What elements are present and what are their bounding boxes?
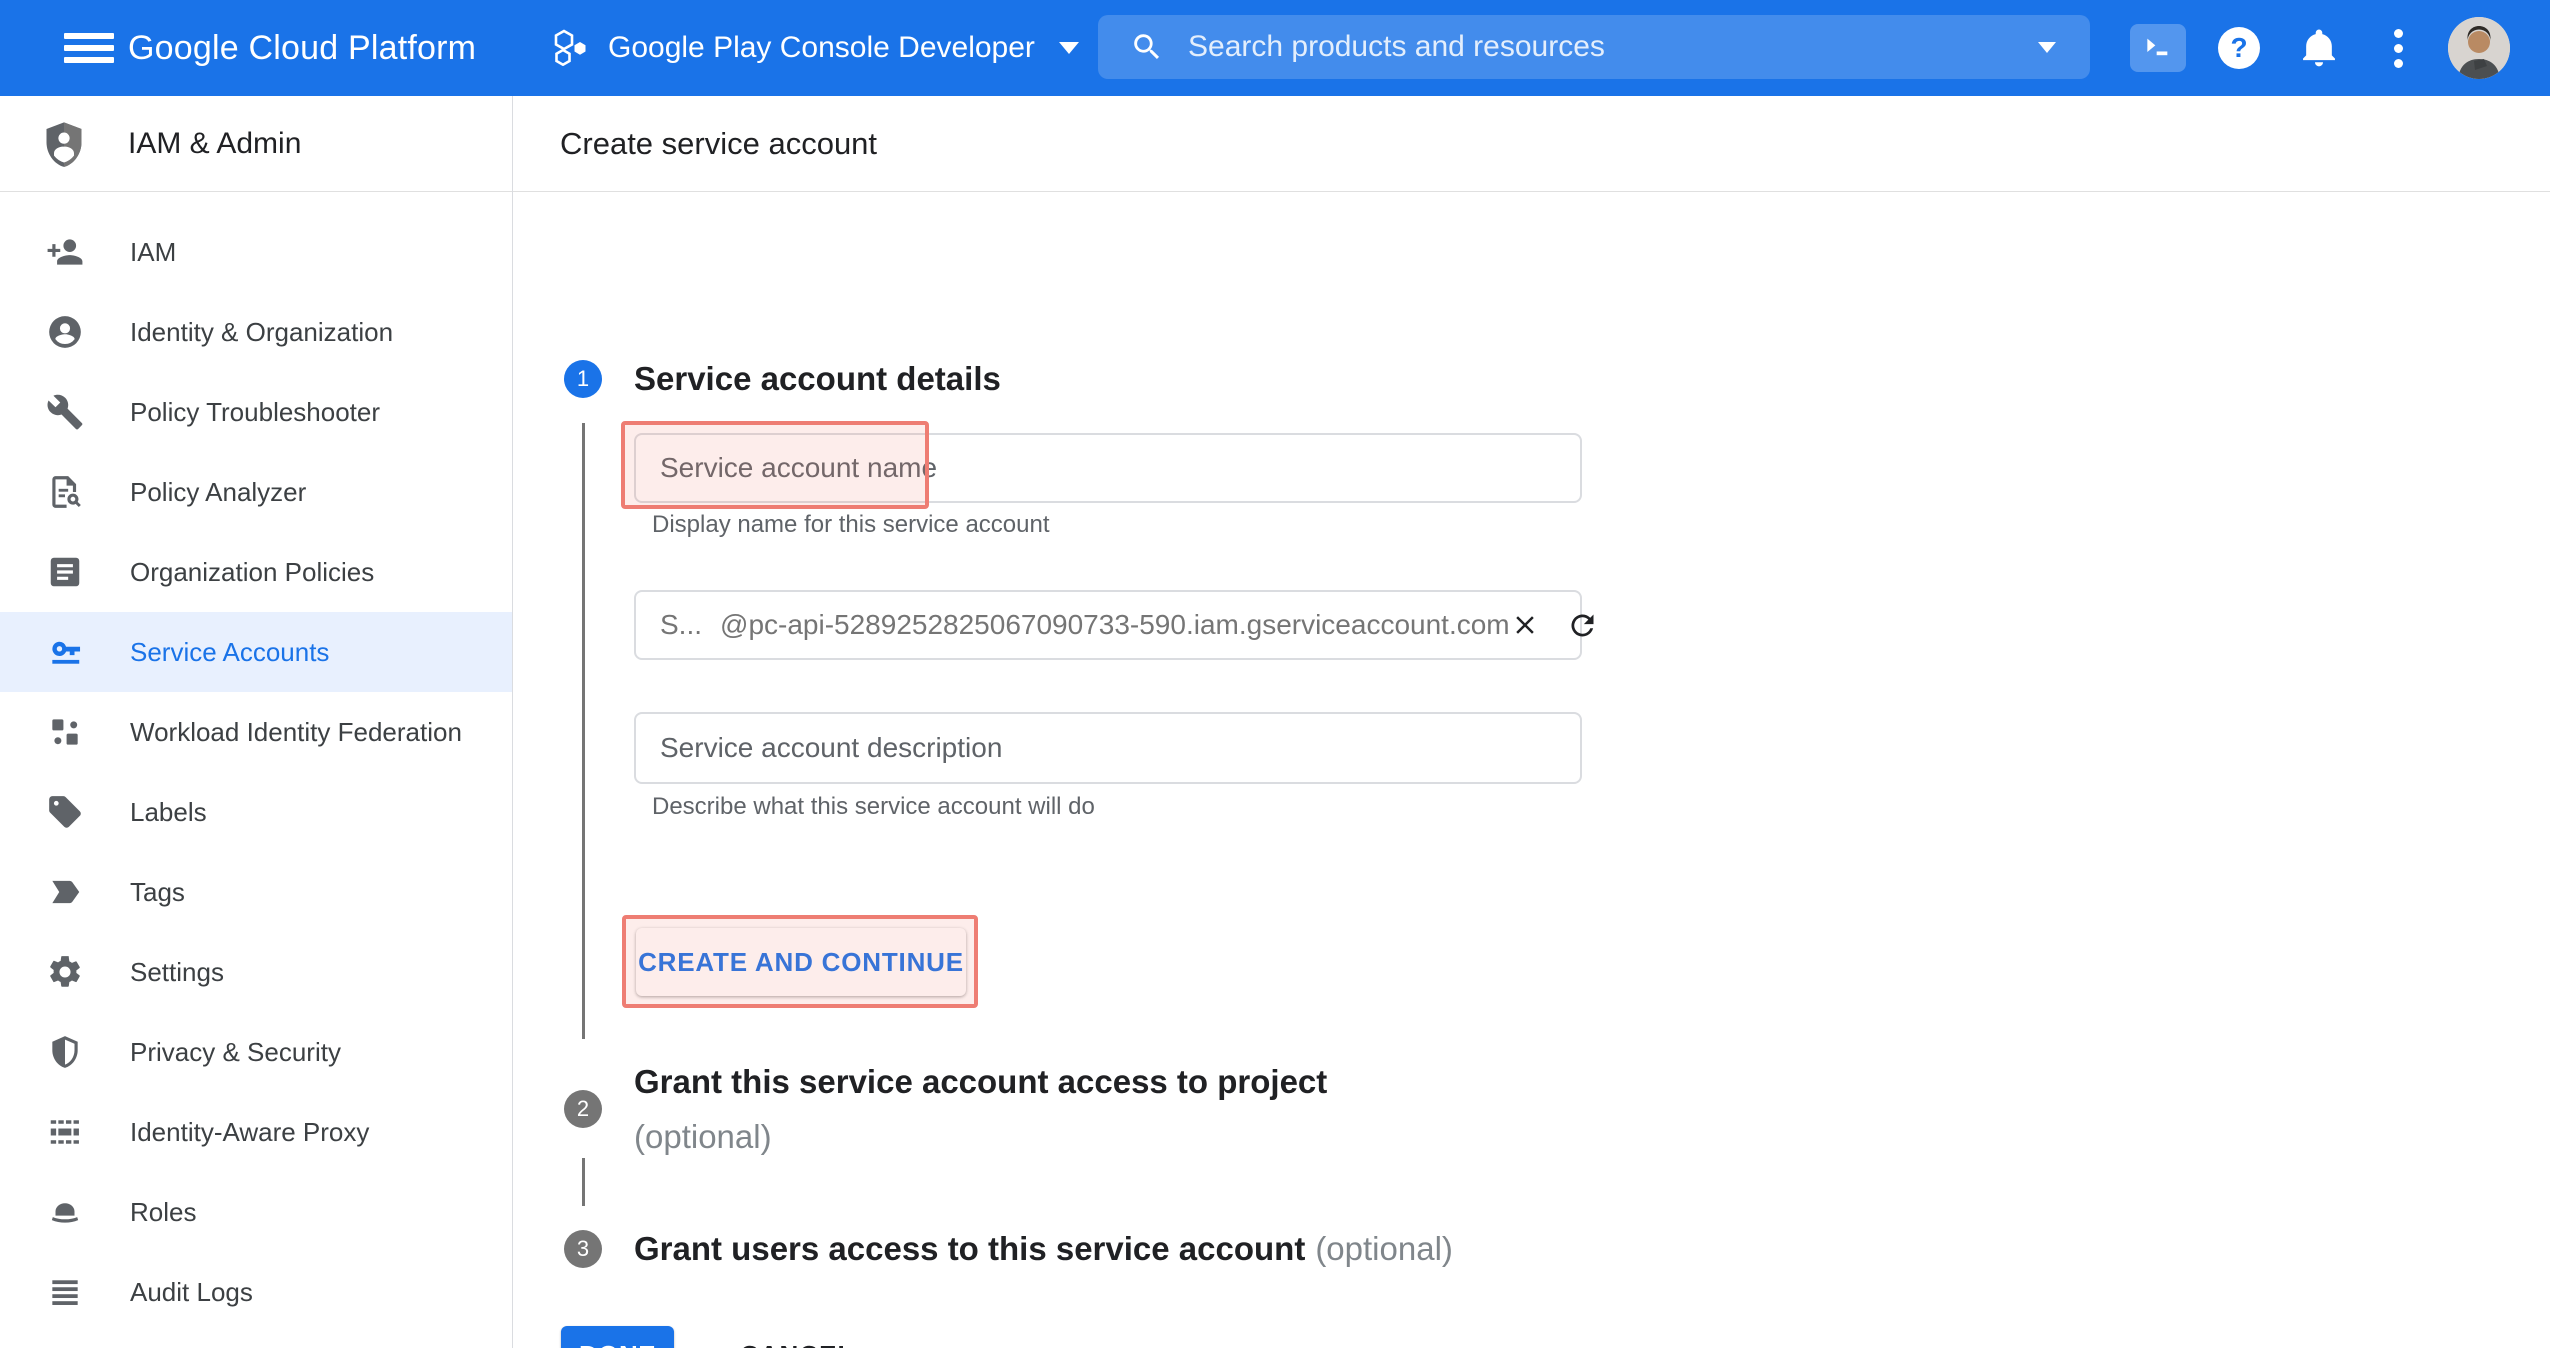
step3-indicator: 3	[564, 1230, 602, 1268]
more-options-button[interactable]	[2378, 0, 2418, 96]
top-navigation-bar: Google Cloud Platform Google Play Consol…	[0, 0, 2550, 96]
service-account-description-input[interactable]	[636, 714, 1580, 782]
sidebar-item-labels[interactable]: Labels	[0, 772, 512, 852]
shield-icon	[46, 1033, 84, 1071]
proxy-grid-icon	[46, 1113, 84, 1151]
search-input[interactable]: Search products and resources	[1188, 30, 2014, 64]
sidebar-header: IAM & Admin	[0, 96, 512, 192]
list-icon	[46, 1273, 84, 1311]
label-icon	[46, 793, 84, 831]
account-menu-button[interactable]	[2447, 0, 2511, 96]
tag-arrow-icon	[46, 873, 84, 911]
sidebar-item-settings[interactable]: Settings	[0, 932, 512, 1012]
sidebar-item-service-accounts[interactable]: Service Accounts	[0, 612, 512, 692]
sidebar-nav: IAM Identity & Organization Policy Troub…	[0, 192, 512, 1332]
app-logo[interactable]: Google Cloud Platform	[128, 0, 476, 96]
clear-icon[interactable]	[1510, 610, 1540, 640]
sidebar-item-privacy-security[interactable]: Privacy & Security	[0, 1012, 512, 1092]
account-circle-icon	[46, 313, 84, 351]
search-bar[interactable]: Search products and resources	[1098, 15, 2090, 79]
cancel-button[interactable]: CANCEL	[720, 1324, 874, 1348]
step2-indicator: 2	[564, 1090, 602, 1128]
sidebar-title: IAM & Admin	[128, 127, 301, 161]
chevron-down-icon	[1059, 42, 1079, 54]
service-account-id-domain: @pc-api-5289252825067090733-590.iam.gser…	[720, 609, 1510, 641]
help-button[interactable]: ?	[2212, 0, 2266, 96]
menu-icon[interactable]	[64, 33, 114, 63]
sidebar-item-iam[interactable]: IAM	[0, 212, 512, 292]
project-name: Google Play Console Developer	[608, 31, 1035, 65]
service-account-description-field	[634, 712, 1582, 784]
sidebar-item-policy-analyzer[interactable]: Policy Analyzer	[0, 452, 512, 532]
wrench-icon	[46, 393, 84, 431]
description-helper-text: Describe what this service account will …	[652, 793, 1095, 821]
step1-indicator: 1	[564, 360, 602, 398]
sidebar-item-workload-identity-federation[interactable]: Workload Identity Federation	[0, 692, 512, 772]
sidebar-item-policy-troubleshooter[interactable]: Policy Troubleshooter	[0, 372, 512, 452]
page-header: Create service account	[513, 96, 2550, 192]
hat-icon	[46, 1193, 84, 1231]
done-button[interactable]: DONE	[561, 1326, 674, 1348]
bell-icon	[2297, 26, 2341, 70]
step2-optional-label: (optional)	[634, 1109, 1554, 1164]
sidebar: IAM & Admin IAM Identity & Organization …	[0, 96, 513, 1348]
project-hexagons-icon	[552, 26, 592, 71]
create-service-account-wizard: 1 Service account details Display name f…	[513, 192, 2550, 1348]
project-selector[interactable]: Google Play Console Developer	[552, 0, 1079, 96]
refresh-icon[interactable]	[1566, 609, 1599, 642]
key-icon	[46, 633, 84, 671]
sidebar-item-organization-policies[interactable]: Organization Policies	[0, 532, 512, 612]
main-content: Create service account 1 Service account…	[513, 96, 2550, 1348]
document-search-icon	[46, 473, 84, 511]
cloud-shell-icon	[2130, 24, 2186, 72]
notifications-button[interactable]	[2292, 0, 2346, 96]
search-chevron-down-icon[interactable]	[2038, 42, 2056, 53]
help-icon: ?	[2218, 27, 2260, 69]
avatar	[2448, 17, 2510, 79]
service-account-name-input[interactable]	[636, 435, 1580, 501]
create-and-continue-button[interactable]: CREATE AND CONTINUE	[636, 928, 966, 996]
article-icon	[46, 553, 84, 591]
wizard-footer: DONE CANCEL	[561, 1324, 874, 1348]
gear-icon	[46, 953, 84, 991]
sidebar-item-identity-aware-proxy[interactable]: Identity-Aware Proxy	[0, 1092, 512, 1172]
step1-title: Service account details	[634, 360, 1001, 398]
sidebar-item-tags[interactable]: Tags	[0, 852, 512, 932]
service-account-name-field	[634, 433, 1582, 503]
kebab-menu-icon	[2394, 29, 2403, 68]
iam-shield-icon	[39, 119, 89, 169]
service-account-id-field[interactable]: S... @pc-api-5289252825067090733-590.iam…	[634, 590, 1582, 660]
search-icon	[1130, 30, 1164, 64]
person-add-icon	[46, 233, 84, 271]
tiles-icon	[46, 713, 84, 751]
sidebar-item-identity-organization[interactable]: Identity & Organization	[0, 292, 512, 372]
sidebar-item-audit-logs[interactable]: Audit Logs	[0, 1252, 512, 1332]
step2-title: Grant this service account access to pro…	[634, 1054, 1554, 1164]
step1-rail	[582, 423, 585, 1039]
step3-optional-label: (optional)	[1315, 1230, 1453, 1267]
gcp-console-screen: Google Cloud Platform Google Play Consol…	[0, 0, 2550, 1348]
step2-rail	[582, 1158, 585, 1206]
page-title: Create service account	[560, 126, 877, 162]
name-helper-text: Display name for this service account	[652, 511, 1050, 539]
sidebar-item-roles[interactable]: Roles	[0, 1172, 512, 1252]
step3-title: Grant users access to this service accou…	[634, 1228, 1453, 1270]
cloud-shell-button[interactable]	[2128, 0, 2188, 96]
service-account-id-value[interactable]: S...	[660, 609, 702, 641]
